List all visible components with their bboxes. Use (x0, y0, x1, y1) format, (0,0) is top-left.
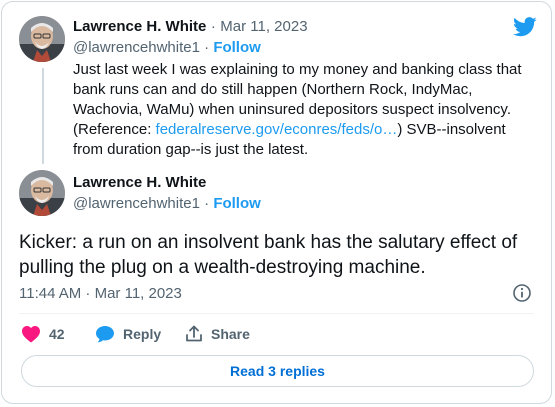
author-name[interactable]: Lawrence H. White (73, 18, 206, 35)
quoted-tweet-header: Lawrence H. White · Mar 11, 2023 (73, 18, 308, 36)
reply-label: Reply (123, 326, 162, 342)
tweet-embed-card: Lawrence H. White · Mar 11, 2023 @lawren… (1, 1, 552, 404)
thread-connector-line (42, 68, 44, 164)
main-tweet-text: Kicker: a run on an insolvent bank has t… (19, 232, 518, 278)
quoted-tweet-text: Just last week I was explaining to my mo… (73, 60, 538, 160)
main-author-name-row: Lawrence H. White (73, 174, 206, 192)
author-handle[interactable]: @lawrencehwhite1 (73, 39, 200, 56)
action-divider (19, 313, 534, 314)
heart-icon (22, 326, 40, 343)
info-icon[interactable] (512, 283, 532, 308)
author-avatar[interactable] (19, 16, 65, 62)
reference-link[interactable]: federalreserve.gov/econres/feds/o… (156, 121, 398, 138)
twitter-bird-icon[interactable] (513, 17, 537, 42)
author-handle-main[interactable]: @lawrencehwhite1 (73, 195, 200, 212)
meta-separator: · (210, 18, 216, 35)
handle-separator: · (204, 39, 210, 56)
reply-button[interactable]: Reply (95, 325, 161, 343)
read-replies-button[interactable]: Read 3 replies (21, 355, 534, 387)
handle-separator-main: · (204, 195, 210, 212)
tweet-date[interactable]: Mar 11, 2023 (220, 18, 307, 35)
share-icon (186, 325, 202, 342)
read-replies-label: Read 3 replies (230, 363, 325, 379)
follow-link[interactable]: Follow (213, 39, 261, 56)
author-name-main[interactable]: Lawrence H. White (73, 174, 206, 191)
tweet-timestamp[interactable]: 11:44 AM · Mar 11, 2023 (19, 285, 182, 302)
share-button[interactable]: Share (185, 325, 250, 343)
share-label: Share (211, 326, 250, 342)
like-count: 42 (49, 326, 65, 342)
reply-bubble-icon (96, 326, 114, 343)
main-handle-row: @lawrencehwhite1 · Follow (73, 195, 261, 212)
follow-link-main[interactable]: Follow (213, 195, 261, 212)
author-avatar-main[interactable] (19, 170, 65, 216)
like-button[interactable]: 42 (21, 325, 65, 343)
quoted-handle-row: @lawrencehwhite1 · Follow (73, 39, 261, 56)
